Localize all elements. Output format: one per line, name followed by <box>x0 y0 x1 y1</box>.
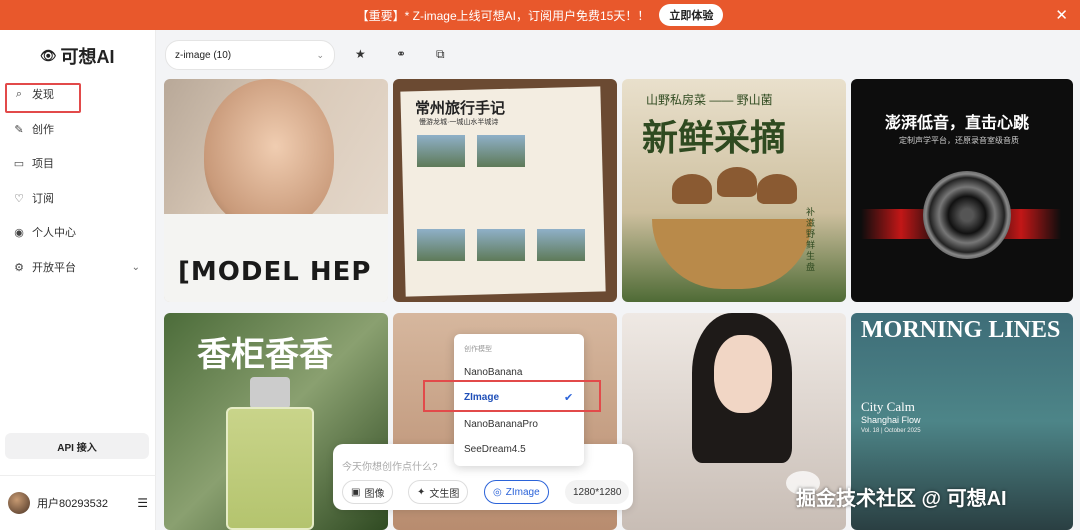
username: 用户80293532 <box>37 498 108 510</box>
sidebar-item-label: 订阅 <box>32 193 54 205</box>
card-title: 新鲜采摘 <box>642 117 787 158</box>
chevron-down-icon: ⌄ <box>316 49 324 60</box>
face-image <box>714 335 772 413</box>
heart-icon: ♡ <box>14 192 24 205</box>
folder-icon[interactable]: ⧉ <box>436 47 445 62</box>
image-icon: ▣ <box>351 486 361 498</box>
basket-image <box>652 219 812 289</box>
collection-select[interactable]: z-image (10) ⌄ <box>165 40 335 70</box>
chip-label: 文生图 <box>429 488 460 500</box>
card-issue: Vol. 18 | October 2025 <box>861 428 921 434</box>
photo-thumbnail <box>477 135 525 167</box>
chip-label: 图像 <box>364 488 385 500</box>
sparkle-icon: ✦ <box>417 486 426 498</box>
sidebar-item-label: 开放平台 <box>32 262 76 274</box>
gallery-card-speaker[interactable]: 澎湃低音，直击心跳 定制声学平台，还原录音室级音质 <box>851 79 1073 302</box>
sidebar-item-profile[interactable]: ◉ 个人中心 <box>12 220 152 244</box>
banner-text: 【重要】* Z-image上线可想AI，订阅用户免费15天！！ <box>356 8 650 23</box>
photo-thumbnail <box>537 229 585 261</box>
prompt-input[interactable]: 今天你想创作点什么? <box>342 458 438 473</box>
menu-icon[interactable]: ☰ <box>137 496 148 510</box>
gallery-card-model-hero[interactable]: [MODEL HEP <box>164 79 388 302</box>
speaker-image <box>923 171 1011 259</box>
card-subtitle: 慢游龙城·一城山水半城诗 <box>419 119 499 126</box>
card-subtitle: City Calm <box>861 399 915 414</box>
bottle-cap-image <box>250 377 290 409</box>
card-top-text: 山野私房菜 —— 野山菌 <box>646 93 773 107</box>
gallery-card-mushroom[interactable]: 山野私房菜 —— 野山菌 新鲜采摘 补滋野鲜生盘 <box>622 79 846 302</box>
dropdown-title: 创作模型 <box>464 346 492 353</box>
model-option-nanobanana[interactable]: NanoBanana <box>464 367 522 378</box>
logo[interactable]: 👁 可想AI <box>40 43 115 69</box>
model-option-nanobananapro[interactable]: NanoBananaPro <box>464 419 538 430</box>
card-text: [MODEL HEP <box>178 257 372 287</box>
card-side-text: 补滋野鲜生盘 <box>806 207 816 272</box>
mushroom-image <box>672 174 712 204</box>
sidebar-item-open-platform[interactable]: ⚙ 开放平台 ⌄ <box>12 255 152 279</box>
photo-thumbnail <box>417 135 465 167</box>
mushroom-image <box>717 167 757 197</box>
share-icon[interactable]: ⚭ <box>396 47 406 61</box>
avatar[interactable] <box>8 492 30 514</box>
card-title: 常州旅行手记 <box>415 100 506 117</box>
photo-thumbnail <box>417 229 465 261</box>
card-title: 澎湃低音，直击心跳 <box>885 115 1030 132</box>
promo-banner: 【重要】* Z-image上线可想AI，订阅用户免费15天！！ 立即体验 ✕ <box>0 0 1080 30</box>
card-subtitle: 定制声学平台，还原录音室级音质 <box>899 136 1019 145</box>
text-to-image-chip[interactable]: ✦ 文生图 <box>408 480 469 504</box>
chevron-down-icon: ⌄ <box>131 261 140 273</box>
portrait-image <box>204 79 334 229</box>
zimage-highlight-box <box>423 380 601 412</box>
sidebar-item-create[interactable]: ✎ 创作 <box>12 117 152 141</box>
watermark-text: 掘金技术社区 @ 可想AI <box>796 488 1007 510</box>
mushroom-image <box>757 174 797 204</box>
logo-text: 可想AI <box>60 47 115 67</box>
try-now-button[interactable]: 立即体验 <box>659 4 724 26</box>
eye-logo-icon: 👁 <box>40 48 56 63</box>
photo-thumbnail <box>477 229 525 261</box>
sidebar-item-projects[interactable]: ▭ 项目 <box>12 151 152 175</box>
chip-label: ZImage <box>505 486 540 498</box>
sidebar-item-label: 个人中心 <box>32 227 76 239</box>
brush-icon: ✎ <box>14 123 24 136</box>
user-icon: ◉ <box>14 226 24 239</box>
model-option-seedream[interactable]: SeeDream4.5 <box>464 444 526 455</box>
gallery-card-changzhou-journal[interactable]: 常州旅行手记 慢游龙城·一城山水半城诗 <box>393 79 617 302</box>
size-chip[interactable]: 1280*1280 <box>565 480 630 504</box>
card-subtitle-2: Shanghai Flow <box>861 415 921 425</box>
perfume-bottle-image <box>226 407 314 530</box>
card-title: 香柜香香 <box>197 336 333 374</box>
folder-icon: ▭ <box>13 157 25 170</box>
globe-icon: ◎ <box>493 486 502 498</box>
sidebar-item-label: 项目 <box>32 158 54 170</box>
card-title: MORNING LINES <box>861 317 1061 343</box>
create-highlight-box <box>5 83 81 113</box>
api-access-button[interactable]: API 接入 <box>5 433 149 459</box>
sidebar-item-label: 创作 <box>32 124 54 136</box>
star-icon[interactable]: ★ <box>355 47 366 61</box>
model-chip[interactable]: ◎ ZImage <box>484 480 549 504</box>
user-profile[interactable]: 用户80293532 ☰ <box>0 475 156 530</box>
collection-select-value: z-image (10) <box>175 49 232 61</box>
sidebar-item-subscribe[interactable]: ♡ 订阅 <box>12 186 152 210</box>
platform-icon: ⚙ <box>14 261 24 274</box>
image-mode-chip[interactable]: ▣ 图像 <box>342 480 394 504</box>
close-icon[interactable]: ✕ <box>1055 6 1068 24</box>
